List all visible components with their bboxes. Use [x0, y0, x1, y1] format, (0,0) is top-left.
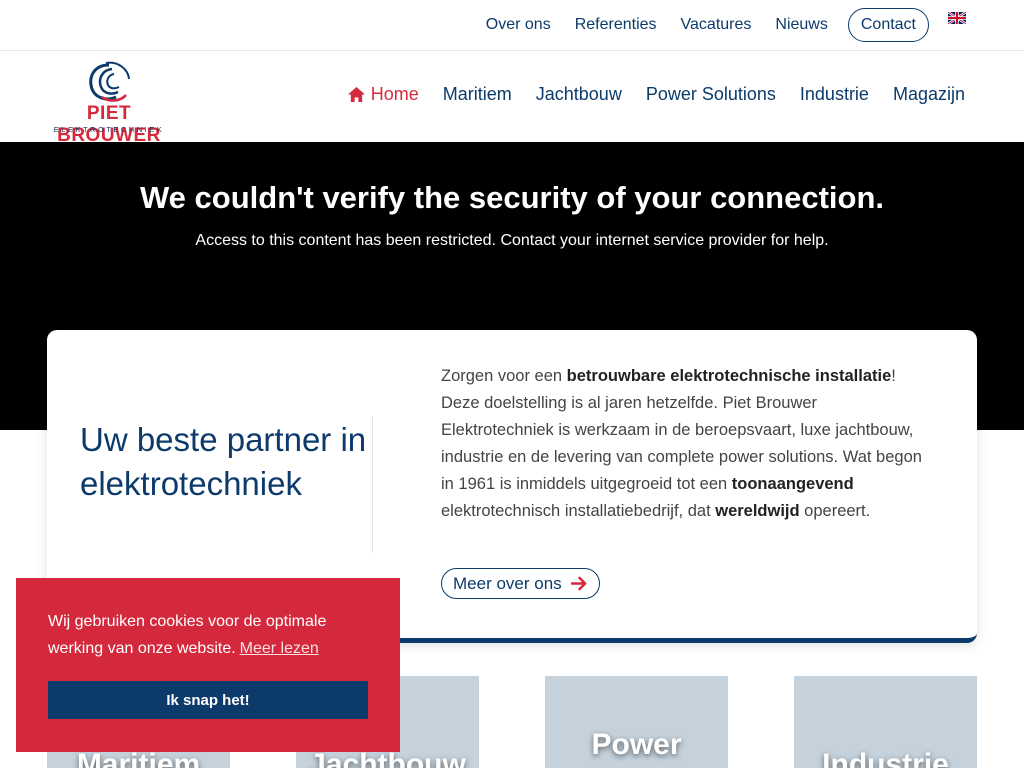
intro-text-bold: wereldwijd: [715, 502, 800, 520]
intro-text-part: Zorgen voor een: [441, 367, 567, 385]
contact-button[interactable]: Contact: [847, 8, 929, 42]
top-navigation: Over ons Referenties Vacatures Nieuws Co…: [462, 0, 966, 50]
nav-magazijn[interactable]: Magazijn: [893, 84, 965, 105]
arrow-right-icon: [570, 576, 587, 591]
intro-text-bold: betrouwbare elektrotechnische installati…: [566, 367, 892, 385]
meer-over-ons-button[interactable]: Meer over ons: [441, 568, 600, 599]
hero-subtitle: Access to this content has been restrict…: [195, 232, 829, 249]
topnav-referenties[interactable]: Referenties: [575, 16, 657, 34]
nav-jachtbouw[interactable]: Jachtbouw: [536, 84, 622, 105]
intro-text-part: elektrotechnisch installatiebedrijf, dat: [441, 502, 716, 520]
intro-text-bold: toonaangevend: [731, 475, 854, 493]
main-header: PIET BROUWER ELEKTROTECHNIEK Home Mariti…: [0, 51, 1024, 146]
intro-text: Zorgen voor een betrouwbare elektrotechn…: [441, 363, 931, 525]
main-navigation: Home Maritiem Jachtbouw Power Solutions …: [323, 84, 965, 105]
cookie-banner: Wij gebruiken cookies voor de optimale w…: [16, 578, 400, 752]
nav-industrie[interactable]: Industrie: [800, 84, 869, 105]
divider: [372, 416, 373, 553]
nav-maritiem[interactable]: Maritiem: [443, 84, 512, 105]
tile-label: Power: [591, 728, 682, 761]
topnav-nieuws[interactable]: Nieuws: [775, 16, 827, 34]
meer-over-ons-label: Meer over ons: [453, 573, 562, 593]
cookie-read-more-link[interactable]: Meer lezen: [240, 640, 319, 657]
logo-mark-icon: [89, 61, 130, 102]
cookie-message: Wij gebruiken cookies voor de optimale w…: [48, 608, 378, 662]
cookie-accept-button[interactable]: Ik snap het!: [48, 681, 368, 719]
topnav-over-ons[interactable]: Over ons: [486, 16, 551, 34]
site-logo[interactable]: PIET BROUWER ELEKTROTECHNIEK: [46, 61, 172, 146]
intro-text-part: opereert.: [799, 502, 871, 520]
logo-subtitle: ELEKTROTECHNIEK: [53, 125, 165, 134]
tile-label: Industrie: [822, 748, 949, 768]
home-icon: [347, 86, 365, 103]
hero-title: We couldn't verify the security of your …: [139, 180, 885, 215]
nav-home-label: Home: [370, 84, 419, 104]
intro-heading: Uw beste partner in elektrotechniek: [80, 421, 367, 502]
tile-industrie[interactable]: Industrie: [794, 676, 977, 768]
tile-power[interactable]: Power: [545, 676, 728, 768]
uk-flag-icon[interactable]: [948, 12, 966, 24]
nav-home[interactable]: Home: [347, 84, 419, 105]
topnav-vacatures[interactable]: Vacatures: [681, 16, 752, 34]
top-bar: Over ons Referenties Vacatures Nieuws Co…: [0, 0, 1024, 51]
nav-power-solutions[interactable]: Power Solutions: [646, 84, 776, 105]
